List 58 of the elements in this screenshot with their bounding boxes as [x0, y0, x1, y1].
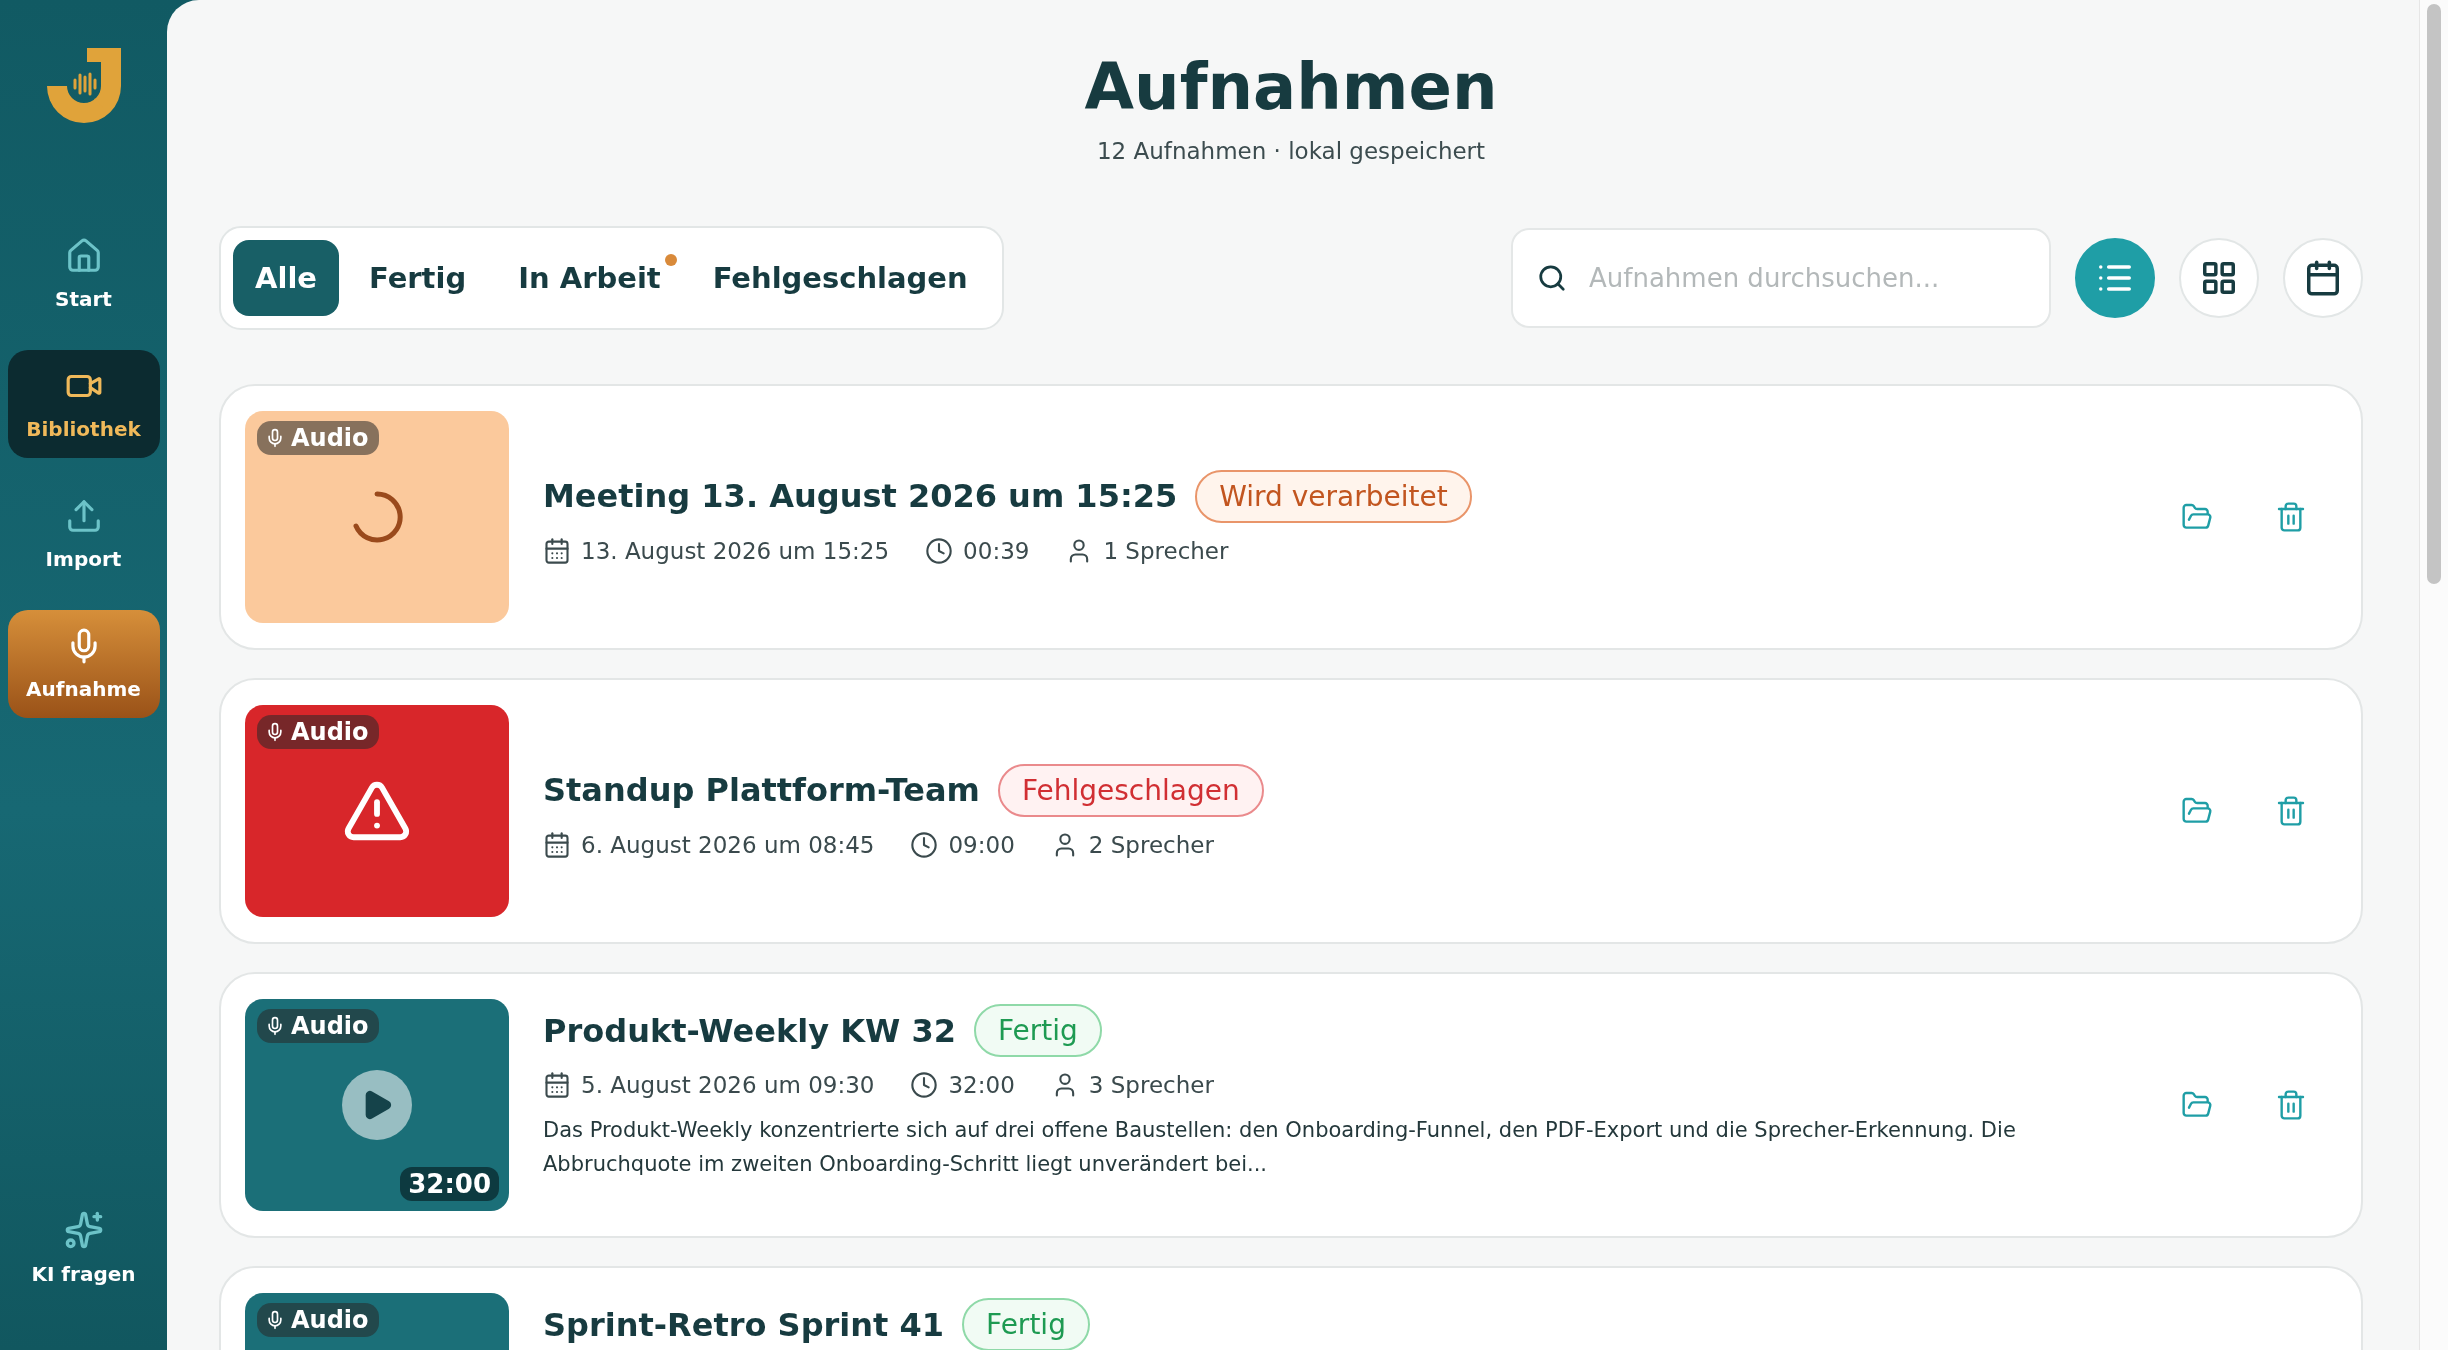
scrollbar[interactable] — [2419, 0, 2448, 1350]
recording-title: Sprint-Retro Sprint 41 — [543, 1305, 945, 1344]
search-icon — [1537, 263, 1567, 293]
filter-tab[interactable]: Fertig — [347, 240, 489, 316]
search-field[interactable]: Aufnahmen durchsuchen... — [1511, 228, 2051, 328]
status-badge: Fertig — [973, 1004, 1102, 1057]
recording-title: Standup Plattform-Team — [543, 771, 980, 809]
sidebar-item[interactable]: Bibliothek — [7, 350, 160, 458]
calendar-icon — [543, 830, 571, 859]
status-badge: Fehlgeschlagen — [997, 763, 1264, 817]
type-label: Audio — [291, 1306, 369, 1334]
speakers-text: 1 Sprecher — [1103, 537, 1229, 564]
sparkles-icon — [63, 1210, 104, 1250]
duration-text: 00:39 — [963, 537, 1030, 564]
sidebar-item[interactable]: Import — [7, 480, 160, 588]
date-text: 6. August 2026 um 08:45 — [581, 831, 875, 858]
summary-text: Das Produkt-Weekly konzentrierte sich auf drei offene Baustellen: den Onboarding-Funnel, den PDF-Export und die Sprecher-Erkennung. Die Abbruchquote im zweiten Onboarding-Schritt liegt unverändert bei... — [543, 1117, 2017, 1178]
calendar-icon — [543, 536, 571, 565]
type-label: Audio — [291, 1012, 369, 1040]
delete-button[interactable] — [2275, 1089, 2307, 1121]
filter-tab[interactable]: Fehlgeschlagen — [690, 240, 990, 316]
scrollbar-thumb[interactable] — [2427, 4, 2441, 584]
filter-tab[interactable]: In Arbeit — [496, 240, 683, 316]
duration-text: 32:00 — [948, 1072, 1015, 1098]
filter-tab[interactable]: Alle — [233, 240, 339, 316]
clock-icon — [910, 830, 939, 859]
clock-icon — [910, 1071, 939, 1099]
recording-card[interactable]: Audio Sprint-Retro Sprint 41 Fertig — [219, 1266, 2363, 1350]
duration-text: 09:00 — [948, 831, 1015, 858]
type-label: Audio — [291, 424, 369, 452]
page-subtitle: 12 Aufnahmen · lokal gespeichert — [1095, 138, 1487, 164]
speakers-text: 2 Sprecher — [1088, 831, 1214, 858]
clock-icon — [925, 536, 954, 565]
recording-title: Produkt-Weekly KW 32 — [543, 1011, 956, 1050]
sidebar-item[interactable]: Aufnahme — [7, 610, 160, 718]
recording-card[interactable]: Audio Meeting 13. August 2026 um 15:25 Wird verarbeitet 13. August 2026 um 15:25 00:39 1 Sprecher — [219, 384, 2363, 650]
microphone-icon — [265, 428, 285, 448]
date-text: 13. August 2026 um 15:25 — [581, 537, 890, 564]
microphone-icon — [265, 1016, 285, 1036]
sidebar-item[interactable]: Start — [7, 220, 160, 328]
status-badge: Wird verarbeitet — [1195, 469, 1472, 523]
type-label: Audio — [291, 718, 369, 746]
recording-title: Meeting 13. August 2026 um 15:25 — [543, 477, 1178, 515]
calendar-icon — [543, 1071, 571, 1099]
microphone-icon — [265, 722, 285, 742]
grid-icon — [2200, 259, 2238, 297]
sidebar-item[interactable]: KI fragen — [7, 1194, 160, 1302]
calendar-icon — [2304, 259, 2342, 297]
date-text: 5. August 2026 um 09:30 — [581, 1072, 875, 1098]
delete-button[interactable] — [2275, 795, 2307, 827]
recording-card[interactable] — [219, 972, 2363, 1238]
status-badge: Fertig — [962, 1298, 1090, 1350]
recording-card[interactable]: Audio Standup Plattform-Team Fehlgeschlagen 6. August 2026 um 08:45 09:00 2 Sprecher — [219, 678, 2363, 944]
speakers-text: 3 Sprecher — [1088, 1072, 1214, 1098]
microphone-icon — [265, 1310, 285, 1330]
duration-tag: 32:00 — [400, 1167, 499, 1201]
delete-button[interactable] — [2275, 501, 2307, 533]
page-title: Aufnahmen — [1083, 50, 1499, 124]
